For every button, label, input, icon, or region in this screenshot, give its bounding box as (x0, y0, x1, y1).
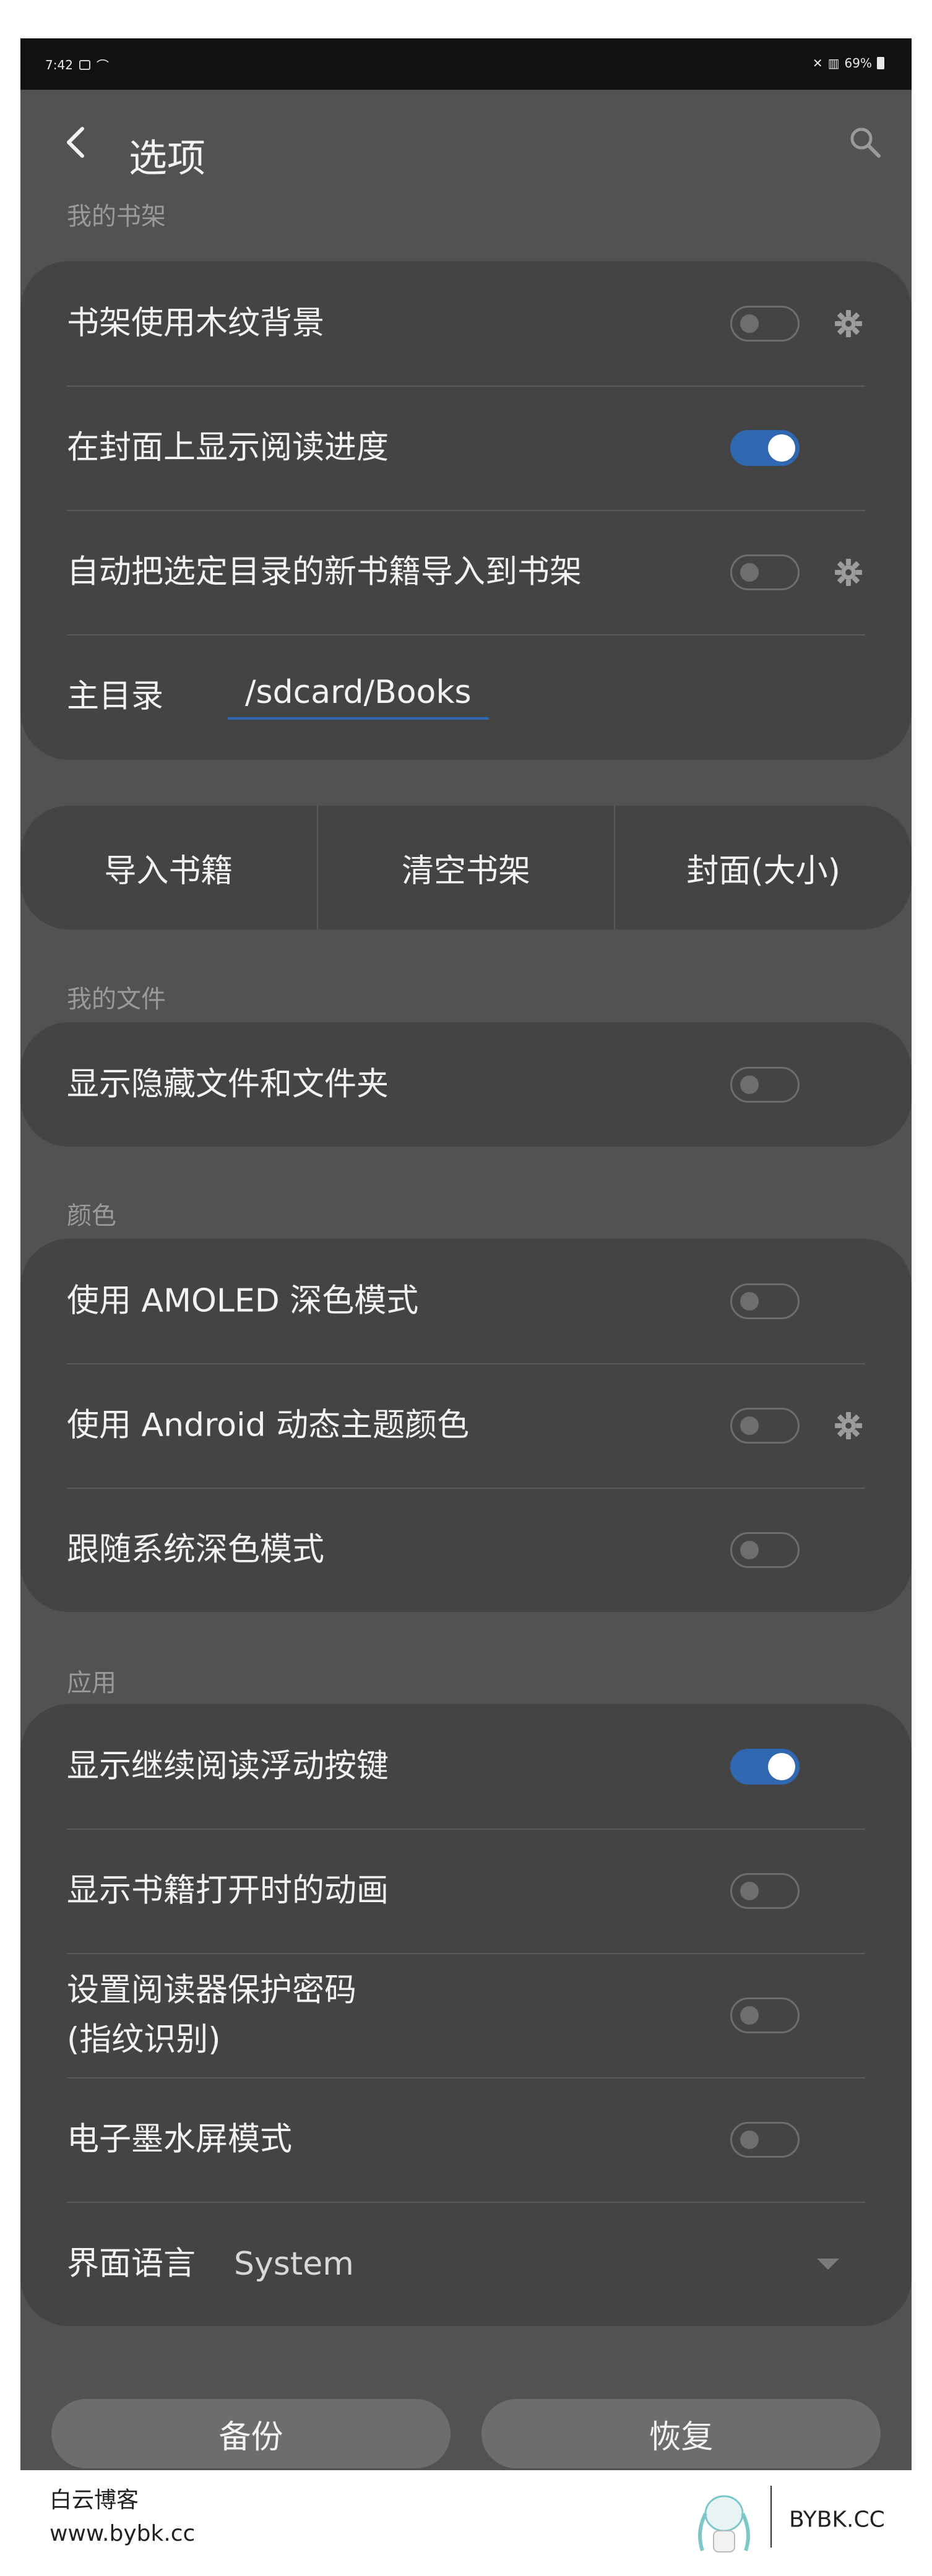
section-header-bookshelf: 我的书架 (67, 202, 166, 231)
section-header-colors: 颜色 (67, 1202, 116, 1230)
site-name: 白云博客 (50, 2488, 139, 2513)
toggle-amoled[interactable] (730, 1283, 800, 1319)
battery-percent: 69% (844, 56, 872, 71)
clear-bookshelf-button[interactable]: 清空书架 (316, 806, 615, 929)
setting-label: 在封面上显示阅读进度 (67, 429, 389, 467)
language-label: 界面语言 (67, 2245, 196, 2283)
toggle-show-progress[interactable] (730, 429, 800, 466)
setting-row-language[interactable]: 界面语言 System (67, 2202, 865, 2326)
back-arrow-icon (67, 127, 84, 158)
backup-button[interactable]: 备份 (51, 2399, 451, 2468)
network-icon: ▥ (827, 56, 840, 71)
bookshelf-actions-card: 导入书籍 清空书架 封面(大小) (20, 806, 912, 929)
search-button[interactable] (844, 121, 887, 164)
import-books-button[interactable]: 导入书籍 (20, 806, 317, 929)
image-icon (79, 59, 90, 70)
watermark-brand: 白云博客 www.bybk.cc (50, 2484, 195, 2551)
page-title: 选项 (129, 136, 206, 181)
language-select[interactable]: System (234, 2246, 354, 2283)
divider (770, 2486, 772, 2548)
bookshelf-card: 书架使用木纹背景 在封面上显示阅读进度 自动把选定目录的新书籍导入到书架 主目录… (20, 261, 912, 760)
app-screen: 7:42 ⌒ ✕ ▥ 69% 选项 我的书架 书架使用木纹背景 在封面上显示阅读… (20, 38, 912, 2470)
logo-text: BYBK.CC (789, 2507, 885, 2533)
cover-size-button[interactable]: 封面(大小) (614, 806, 912, 929)
setting-label: 显示继续阅读浮动按键 (67, 1747, 389, 1785)
files-card: 显示隐藏文件和文件夹 (20, 1022, 912, 1147)
setting-label: 书架使用木纹背景 (67, 304, 325, 342)
restore-button[interactable]: 恢复 (481, 2399, 881, 2468)
toggle-open-anim[interactable] (730, 1872, 800, 1909)
toggle-follow-system[interactable] (730, 1531, 800, 1568)
watermark-footer: 白云博客 www.bybk.cc BYBK.CC (0, 2470, 932, 2576)
toggle-dynamic-color[interactable] (730, 1407, 800, 1444)
setting-label: 使用 AMOLED 深色模式 (67, 1282, 419, 1320)
toolbar: 选项 (20, 90, 912, 195)
signal-icon: ⌒ (96, 58, 109, 73)
setting-row-wood-bg[interactable]: 书架使用木纹背景 (67, 261, 865, 386)
setting-row-follow-system[interactable]: 跟随系统深色模式 (67, 1488, 865, 1612)
gear-icon[interactable] (833, 1410, 864, 1441)
gear-icon[interactable] (833, 557, 864, 588)
app-card: 显示继续阅读浮动按键 显示书籍打开时的动画 设置阅读器保护密码 (指纹识别) 电… (20, 1704, 912, 2326)
setting-row-open-anim[interactable]: 显示书籍打开时的动画 (67, 1829, 865, 1953)
home-dir-label: 主目录 (67, 678, 164, 715)
setting-row-amoled[interactable]: 使用 AMOLED 深色模式 (67, 1239, 865, 1363)
status-time: 7:42 (45, 57, 73, 72)
gear-icon[interactable] (833, 308, 864, 339)
setting-label-line2: (指纹识别) (67, 2021, 221, 2059)
site-url: www.bybk.cc (50, 2521, 196, 2546)
setting-row-home-dir: 主目录 /sdcard/Books (67, 634, 865, 759)
setting-row-dynamic-color[interactable]: 使用 Android 动态主题颜色 (67, 1363, 865, 1488)
back-button[interactable] (58, 121, 95, 164)
setting-row-continue-fab[interactable]: 显示继续阅读浮动按键 (67, 1704, 865, 1829)
setting-row-password[interactable]: 设置阅读器保护密码 (指纹识别) (67, 1953, 865, 2077)
mascot-logo-icon (698, 2495, 750, 2552)
mute-icon: ✕ (812, 56, 823, 71)
setting-label: 跟随系统深色模式 (67, 1531, 325, 1569)
section-header-files: 我的文件 (67, 985, 166, 1014)
setting-row-show-hidden[interactable]: 显示隐藏文件和文件夹 (67, 1022, 865, 1147)
toggle-show-hidden[interactable] (730, 1066, 800, 1103)
toggle-auto-import[interactable] (730, 554, 800, 590)
setting-row-auto-import[interactable]: 自动把选定目录的新书籍导入到书架 (67, 510, 865, 634)
search-icon (850, 127, 881, 158)
chevron-down-icon[interactable] (817, 2258, 839, 2270)
section-header-app: 应用 (67, 1669, 116, 1697)
setting-label: 电子墨水屏模式 (67, 2121, 293, 2158)
battery-icon (877, 57, 884, 69)
setting-label: 显示书籍打开时的动画 (67, 1872, 389, 1910)
setting-label: 自动把选定目录的新书籍导入到书架 (67, 553, 582, 591)
setting-row-eink[interactable]: 电子墨水屏模式 (67, 2077, 865, 2202)
status-bar: 7:42 ⌒ ✕ ▥ 69% (20, 38, 912, 90)
colors-card: 使用 AMOLED 深色模式 使用 Android 动态主题颜色 跟随系统深色模… (20, 1239, 912, 1612)
toggle-wood-bg[interactable] (730, 305, 800, 342)
setting-label-line1: 设置阅读器保护密码 (67, 1971, 357, 2009)
setting-label: 显示隐藏文件和文件夹 (67, 1066, 389, 1103)
toggle-eink[interactable] (730, 2121, 800, 2158)
toggle-continue-fab[interactable] (730, 1748, 800, 1785)
home-dir-input[interactable]: /sdcard/Books (228, 674, 489, 720)
toggle-password[interactable] (730, 1997, 800, 2033)
setting-row-show-progress[interactable]: 在封面上显示阅读进度 (67, 386, 865, 510)
setting-label: 使用 Android 动态主题颜色 (67, 1406, 470, 1444)
setting-label: 设置阅读器保护密码 (指纹识别) (67, 1965, 356, 2065)
